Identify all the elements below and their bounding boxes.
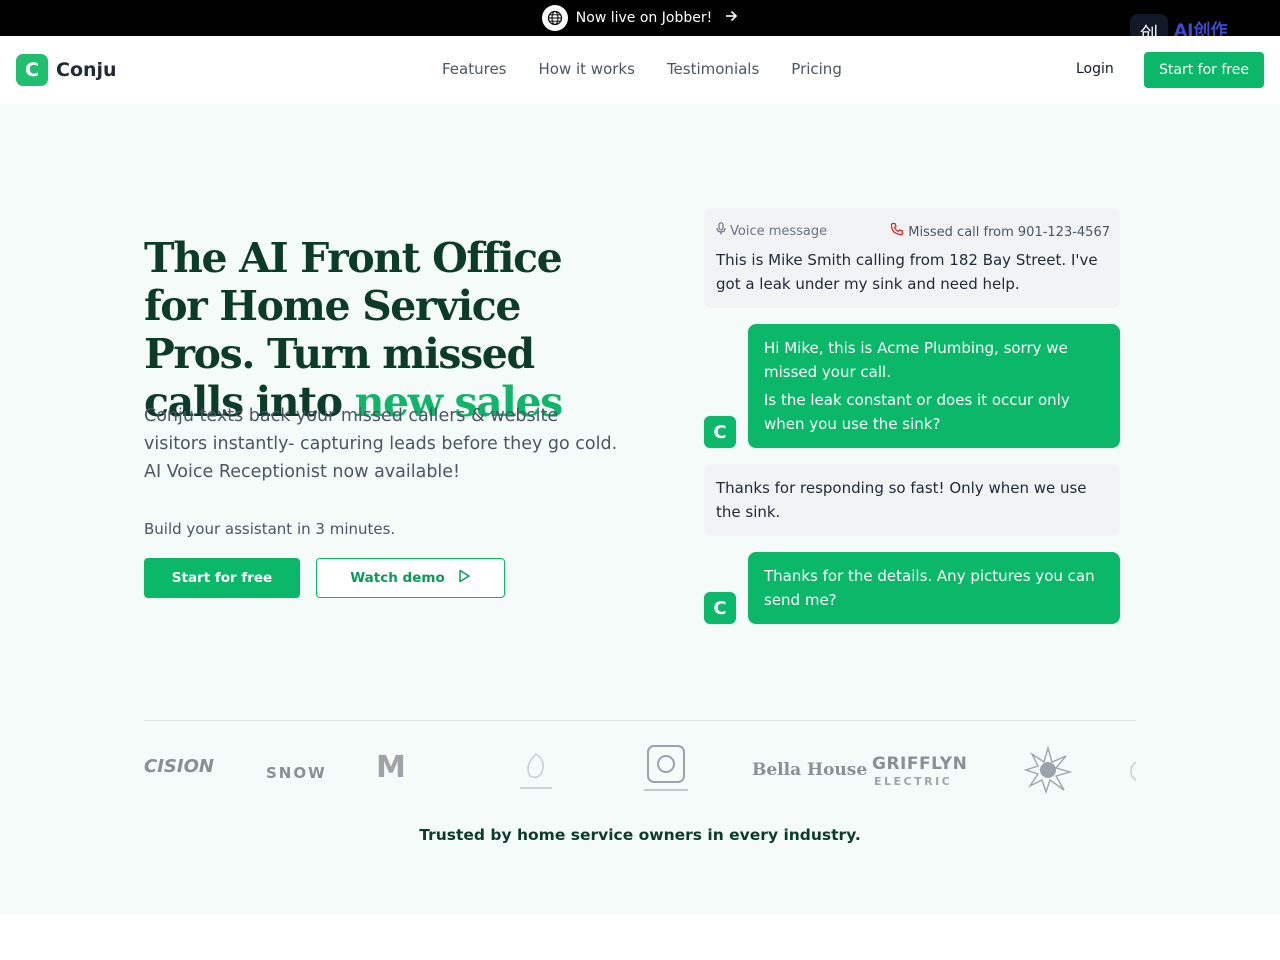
reply-bubble-2: Thanks for the details. Any pictures you… xyxy=(748,552,1120,624)
reply-1-line-2: Is the leak constant or does it occur on… xyxy=(764,391,1070,433)
logo-sun-icon xyxy=(640,744,692,798)
logo-snow: SNOW xyxy=(266,764,327,782)
hero-section: The AI Front Office for Home Service Pro… xyxy=(0,104,1280,914)
section-divider xyxy=(144,720,1136,721)
nav-item-testimonials[interactable]: Testimonials xyxy=(667,60,759,78)
voice-message-card: Voice message Missed call from 901-123-4… xyxy=(704,208,1120,308)
logo-plant-icon xyxy=(516,746,556,798)
nav-item-how-it-works[interactable]: How it works xyxy=(539,60,635,78)
voice-meta: Voice message Missed call from 901-123-4… xyxy=(716,222,1110,240)
arrow-right-icon xyxy=(724,9,738,27)
logo-m: M xyxy=(376,750,406,785)
brand-name: Conju xyxy=(56,59,117,81)
customer-bubble: Thanks for responding so fast! Only when… xyxy=(704,464,1120,536)
trusted-text: Trusted by home service owners in every … xyxy=(419,826,861,844)
reply-1-line-1: Hi Mike, this is Acme Plumbing, sorry we… xyxy=(764,339,1068,381)
top-nav: C Conju Features How it works Testimonia… xyxy=(0,36,1280,104)
nav-menu: Features How it works Testimonials Prici… xyxy=(442,60,842,78)
logo-partial: ◯ xyxy=(1129,758,1136,783)
voice-label-wrap: Voice message xyxy=(716,222,827,240)
play-icon xyxy=(457,569,471,587)
logo-electric: ELECTRIC xyxy=(874,775,953,788)
nav-item-features[interactable]: Features xyxy=(442,60,507,78)
logo-cision: CISION xyxy=(144,756,214,777)
assistant-avatar: C xyxy=(704,416,736,448)
logo-star-badge-icon xyxy=(1023,745,1073,798)
assistant-avatar: C xyxy=(704,592,736,624)
logo-griffyn: GRIFFLYN xyxy=(872,754,968,774)
microphone-icon xyxy=(716,222,726,239)
watch-demo-button[interactable]: Watch demo xyxy=(316,558,505,598)
nav-item-pricing[interactable]: Pricing xyxy=(791,60,842,78)
nav-start-free-button[interactable]: Start for free xyxy=(1144,52,1264,88)
reply-2-text: Thanks for the details. Any pictures you… xyxy=(764,567,1095,609)
hero-start-free-button[interactable]: Start for free xyxy=(144,558,300,598)
reply-bubble-1: Hi Mike, this is Acme Plumbing, sorry we… xyxy=(748,324,1120,448)
client-logo-strip: CISION SNOW M Bella House GRIFFLYN ELECT… xyxy=(144,744,1136,814)
missed-call-label: Missed call from 901-123-4567 xyxy=(908,225,1110,240)
voice-label: Voice message xyxy=(730,224,828,239)
hero-headline: The AI Front Office for Home Service Pro… xyxy=(144,234,624,426)
customer-reply-text: Thanks for responding so fast! Only when… xyxy=(716,479,1087,521)
phone-icon xyxy=(890,222,904,240)
voice-message-text: This is Mike Smith calling from 182 Bay … xyxy=(716,251,1098,293)
logo-bella-house: Bella House xyxy=(752,760,868,780)
build-note: Build your assistant in 3 minutes. xyxy=(144,520,396,538)
brand-logo[interactable]: C Conju xyxy=(16,54,117,86)
login-link[interactable]: Login xyxy=(1076,61,1114,77)
missed-call-wrap: Missed call from 901-123-4567 xyxy=(890,222,1110,240)
announcement-text: Now live on Jobber! xyxy=(575,10,713,26)
brand-mark: C xyxy=(16,54,48,86)
announcement-bar[interactable]: Now live on Jobber! xyxy=(0,0,1280,36)
globe-icon xyxy=(541,5,568,31)
watch-demo-label: Watch demo xyxy=(350,570,445,586)
hero-subtext: Conju texts back your missed callers & w… xyxy=(144,406,618,482)
